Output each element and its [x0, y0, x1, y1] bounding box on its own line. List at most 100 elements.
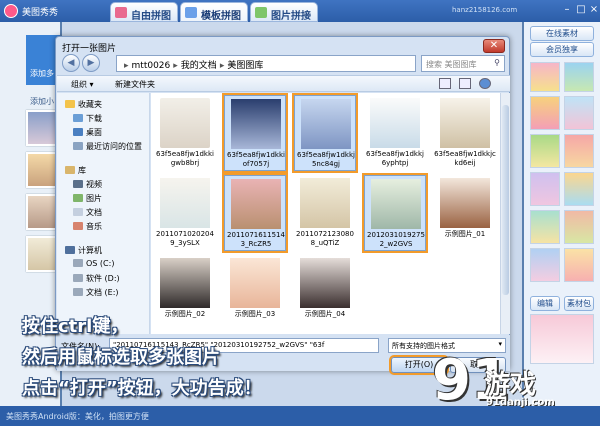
file-name: 63f5ea8fjw1dkkigwb8brj — [156, 150, 214, 167]
template-thumbnail[interactable] — [564, 172, 594, 206]
nav-video[interactable]: 视频 — [73, 179, 102, 190]
free-collage-icon — [115, 7, 127, 18]
nav-recent[interactable]: 最近访问的位置 — [73, 141, 142, 152]
nav-pictures[interactable]: 图片 — [73, 193, 102, 204]
help-icon[interactable] — [479, 78, 491, 89]
search-placeholder: 搜索 美图图库 — [426, 60, 477, 69]
photo-thumbnail — [440, 98, 490, 148]
nav-libraries[interactable]: 库 — [65, 165, 86, 176]
nav-favorites[interactable]: 收藏夹 — [65, 99, 102, 110]
template-thumbnail[interactable] — [530, 172, 560, 206]
tab-free-collage[interactable]: 自由拼图 — [110, 2, 178, 22]
nav-desktop[interactable]: 桌面 — [73, 127, 102, 138]
online-material-button[interactable]: 在线素材 — [530, 26, 594, 41]
file-name: 20110716115143_RcZR5 — [227, 231, 285, 248]
scrollbar-thumb[interactable] — [502, 105, 509, 295]
breadcrumb-item[interactable]: 美图图库 — [227, 61, 263, 71]
vip-button[interactable]: 会员独享 — [530, 42, 594, 57]
vertical-scrollbar[interactable] — [500, 93, 510, 334]
breadcrumb-item[interactable]: 我的文档 — [181, 61, 217, 71]
template-thumbnail[interactable] — [530, 96, 560, 130]
file-name: 示例图片_04 — [304, 310, 346, 318]
address-bar[interactable]: ▸ mtt0026 ▸ 我的文档 ▸ 美图图库 — [116, 55, 416, 72]
tab-image-stitch[interactable]: 图片拼接 — [250, 2, 318, 22]
nav-documents[interactable]: 文档 — [73, 207, 102, 218]
view-icon[interactable] — [439, 78, 451, 89]
library-icon — [65, 166, 75, 174]
organize-button[interactable]: 组织 ▾ — [71, 79, 94, 90]
desktop-icon — [73, 128, 83, 136]
photo-thumbnail — [300, 258, 350, 308]
dialog-close-button[interactable]: ✕ — [483, 39, 505, 53]
logo-text: 游戏 — [484, 370, 537, 400]
back-arrow-icon[interactable]: ◀ — [62, 54, 80, 72]
caption-line-2: 然后用鼠标选取多张图片 — [22, 347, 220, 368]
caption-line-3: 点击“打开”按钮，大功告成！ — [22, 378, 262, 399]
minimize-icon[interactable]: – — [560, 3, 574, 16]
app-url: hanz2158126.com — [452, 6, 518, 14]
file-item[interactable]: 示例图片_03 — [224, 255, 286, 331]
photo-thumbnail — [231, 99, 281, 149]
template-thumbnail[interactable] — [564, 62, 594, 92]
template-thumbnail[interactable] — [564, 248, 594, 282]
template-thumbnail[interactable] — [530, 62, 560, 92]
file-name: 63f5ea8fjw1dkkjckd6eij — [434, 150, 496, 167]
logo-url: 91danji.com — [486, 397, 555, 408]
add-background-label: 添加多 — [30, 69, 54, 78]
file-item[interactable]: 示例图片_02 — [154, 255, 216, 331]
template-thumbnail[interactable] — [530, 248, 560, 282]
file-list: 63f5ea8fjw1dkkigwb8brj 63f5ea8fjw1dkkiof… — [151, 93, 500, 334]
material-pack-button[interactable]: 素材包 — [564, 296, 594, 311]
navigation-pane: 收藏夹 下载 桌面 最近访问的位置 库 视频 图片 文档 音乐 计算机 OS (… — [57, 93, 150, 334]
file-name: 63f5ea8fjw1dkkj6yphtpj — [366, 150, 424, 167]
app-title-bar: 美图秀秀 自由拼图 模板拼图 图片拼接 hanz2158126.com – □ … — [0, 0, 600, 22]
add-image-label[interactable]: 添加小 — [30, 96, 54, 107]
computer-icon — [65, 246, 75, 254]
new-folder-button[interactable]: 新建文件夹 — [115, 79, 155, 90]
file-item[interactable]: 示例图片_04 — [294, 255, 356, 331]
file-name: 20120310192752_w2GVS — [367, 231, 425, 248]
file-item[interactable]: 63f5ea8fjw1dkkiof7057j — [222, 93, 288, 173]
file-item[interactable]: 63f5ea8fjw1dkkigwb8brj — [154, 95, 216, 171]
file-item[interactable]: 20110710202049_3ySLX — [154, 175, 216, 251]
tab-template-collage[interactable]: 模板拼图 — [180, 2, 248, 22]
template-thumbnail[interactable] — [564, 210, 594, 244]
edit-button[interactable]: 编辑 — [530, 296, 560, 311]
file-item[interactable]: 20120310192752_w2GVS — [362, 173, 428, 253]
close-icon[interactable]: × — [587, 3, 600, 16]
file-name: 示例图片_01 — [444, 230, 486, 238]
breadcrumb-item[interactable]: mtt0026 — [132, 61, 171, 71]
nav-download[interactable]: 下载 — [73, 113, 102, 124]
template-thumbnail[interactable] — [564, 96, 594, 130]
file-item[interactable]: 63f5ea8fjw1dkkj5nc84gj — [292, 93, 358, 173]
file-name: 示例图片_02 — [164, 310, 206, 318]
file-item[interactable]: 示例图片_01 — [434, 175, 496, 251]
nav-drive-c[interactable]: OS (C:) — [73, 259, 114, 268]
template-thumbnail[interactable] — [530, 134, 560, 168]
search-input[interactable]: 搜索 美图图库 ⚲ — [421, 55, 505, 72]
preview-pane-icon[interactable] — [459, 78, 471, 89]
file-item[interactable]: 20110716115143_RcZR5 — [222, 173, 288, 253]
nav-computer[interactable]: 计算机 — [65, 245, 102, 256]
photo-thumbnail — [160, 178, 210, 228]
dialog-title: 打开一张图片 — [62, 44, 117, 54]
tab-label: 自由拼图 — [131, 11, 171, 22]
forward-arrow-icon[interactable]: ▶ — [82, 54, 100, 72]
nav-music[interactable]: 音乐 — [73, 221, 102, 232]
tab-label: 图片拼接 — [271, 11, 311, 22]
file-name: 63f5ea8fjw1dkkiof7057j — [227, 151, 285, 168]
template-thumbnail[interactable] — [530, 210, 560, 244]
star-icon — [65, 100, 75, 108]
photo-thumbnail — [371, 179, 421, 229]
photo-thumbnail — [300, 178, 350, 228]
download-icon — [73, 114, 83, 122]
template-thumbnail[interactable] — [564, 134, 594, 168]
maximize-icon[interactable]: □ — [574, 3, 588, 16]
file-item[interactable]: 20110721230808_uQTiZ — [294, 175, 356, 251]
nav-drive-e[interactable]: 文档 (E:) — [73, 287, 119, 298]
right-panel: 在线素材 会员独享 编辑 素材包 — [524, 22, 600, 406]
file-item[interactable]: 63f5ea8fjw1dkkj6yphtpj — [364, 95, 426, 171]
file-item[interactable]: 63f5ea8fjw1dkkjckd6eij — [434, 95, 496, 171]
organize-label: 组织 — [71, 80, 87, 89]
nav-drive-d[interactable]: 软件 (D:) — [73, 273, 120, 284]
